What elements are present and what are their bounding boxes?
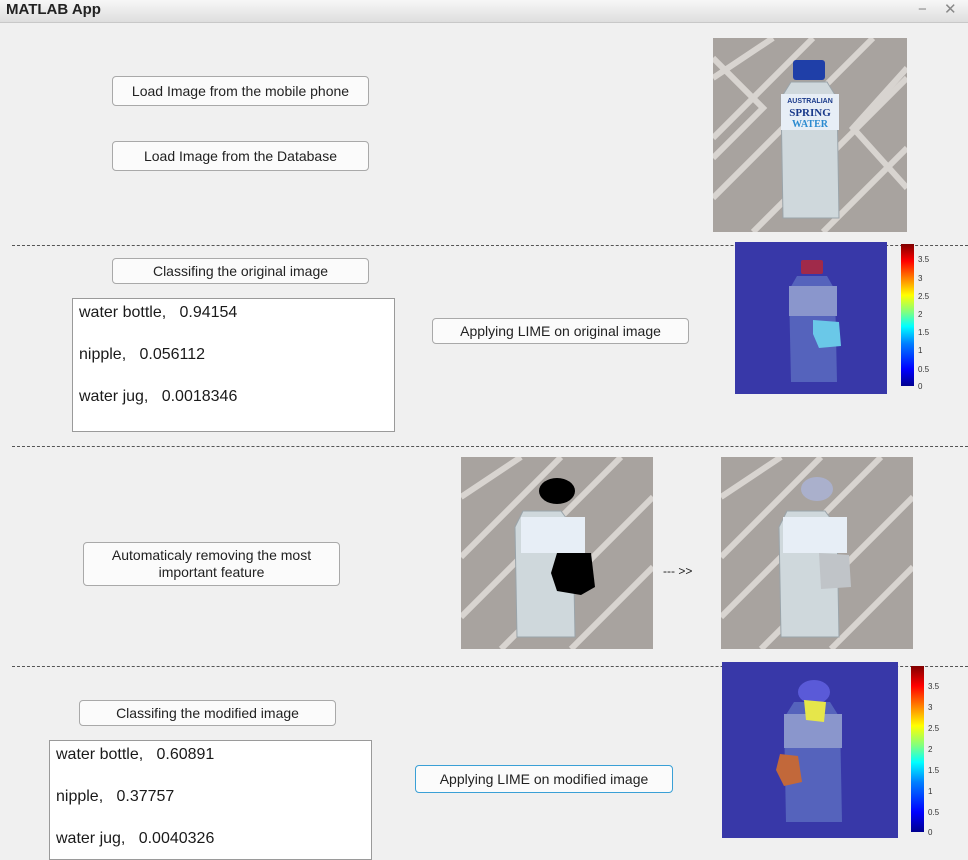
- window-title: MATLAB App: [6, 1, 101, 18]
- colorbar-tick: 2: [928, 745, 933, 754]
- lime-modified-heatmap: [722, 662, 898, 838]
- colorbar-tick: 0: [928, 828, 933, 837]
- colorbar-tick: 0.5: [928, 808, 940, 817]
- colorbar-tick: 2: [918, 310, 923, 319]
- colorbar-tick: 1.5: [918, 328, 930, 337]
- auto-remove-feature-button[interactable]: Automaticaly removing the most important…: [83, 542, 340, 586]
- colorbar-original: [901, 244, 914, 386]
- lime-original-heatmap: [735, 242, 887, 394]
- section-divider: [12, 446, 968, 447]
- modified-results-box: water bottle, 0.60891 nipple, 0.37757 wa…: [49, 740, 372, 860]
- colorbar-tick: 0: [918, 382, 923, 391]
- colorbar-tick: 1: [918, 346, 923, 355]
- colorbar-tick: 3: [928, 703, 933, 712]
- colorbar-tick: 2.5: [918, 292, 930, 301]
- colorbar-tick: 0.5: [918, 365, 930, 374]
- colorbar-tick: 3.5: [918, 255, 930, 264]
- original-result-3: water jug, 0.0018346: [79, 388, 238, 405]
- auto-remove-label-1: Automaticaly removing the most: [111, 547, 312, 563]
- masked-image: [461, 457, 653, 649]
- original-result-1: water bottle, 0.94154: [79, 304, 238, 321]
- auto-remove-label-2: important feature: [158, 564, 265, 580]
- load-from-database-button[interactable]: Load Image from the Database: [112, 141, 369, 171]
- title-bar: MATLAB App − ✕: [0, 0, 968, 23]
- colorbar-tick: 2.5: [928, 724, 940, 733]
- colorbar-modified: [911, 666, 924, 832]
- label-text-2: SPRING: [789, 107, 831, 119]
- colorbar-tick: 3.5: [928, 682, 940, 691]
- classify-original-button[interactable]: Classifing the original image: [112, 258, 369, 284]
- modified-image: [721, 457, 913, 649]
- arrow-text: --- >>: [663, 564, 693, 578]
- modified-result-3: water jug, 0.0040326: [56, 830, 215, 847]
- modified-result-2: nipple, 0.37757: [56, 788, 175, 805]
- modified-result-1: water bottle, 0.60891: [56, 746, 215, 763]
- lime-modified-button[interactable]: Applying LIME on modified image: [415, 765, 673, 793]
- lime-original-button[interactable]: Applying LIME on original image: [432, 318, 689, 344]
- load-from-phone-button[interactable]: Load Image from the mobile phone: [112, 76, 369, 106]
- colorbar-tick: 1.5: [928, 766, 940, 775]
- minimize-icon[interactable]: −: [918, 1, 927, 19]
- classify-modified-button[interactable]: Classifing the modified image: [79, 700, 336, 726]
- colorbar-tick: 1: [928, 787, 933, 796]
- original-results-box: water bottle, 0.94154 nipple, 0.056112 w…: [72, 298, 395, 432]
- label-text-3: WATER: [792, 119, 829, 130]
- loaded-image: AUSTRALIAN SPRING WATER: [713, 38, 907, 232]
- close-icon[interactable]: ✕: [944, 1, 957, 19]
- colorbar-tick: 3: [918, 274, 923, 283]
- label-text-1: AUSTRALIAN: [787, 98, 833, 105]
- original-result-2: nipple, 0.056112: [79, 346, 206, 363]
